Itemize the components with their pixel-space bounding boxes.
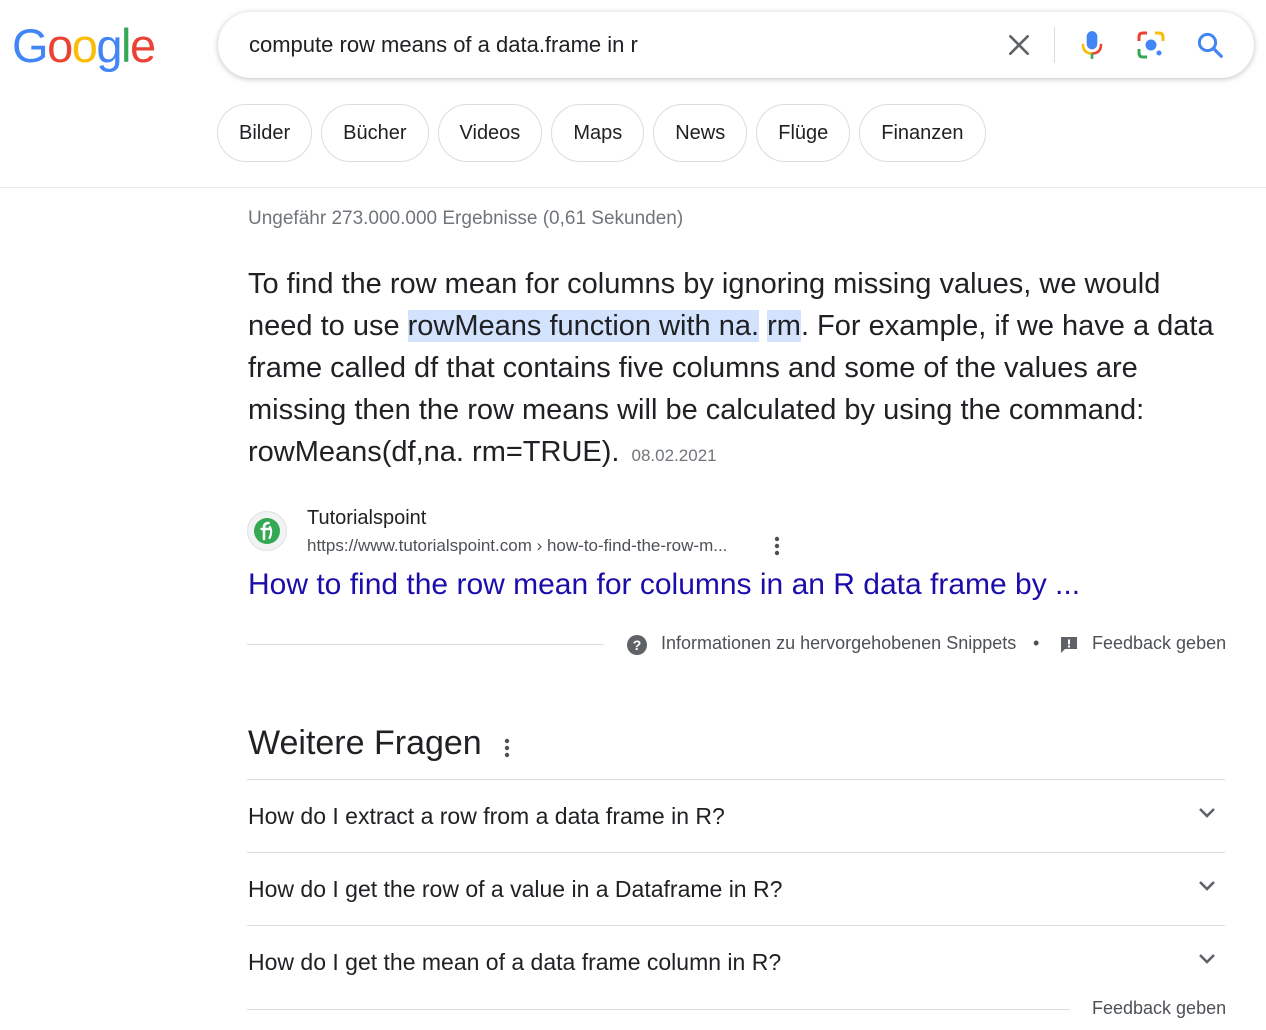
- snippet-highlight: rm: [767, 310, 801, 342]
- chevron-down-icon[interactable]: [1197, 952, 1217, 971]
- lens-icon[interactable]: [1131, 25, 1171, 65]
- feedback-icon[interactable]: [1059, 635, 1079, 660]
- paa-question-text: How do I get the row of a value in a Dat…: [248, 876, 783, 902]
- help-icon[interactable]: ?: [626, 634, 648, 661]
- header-divider: [0, 187, 1266, 188]
- svg-text:?: ?: [633, 637, 642, 653]
- site-url[interactable]: https://www.tutorialspoint.com › how-to-…: [307, 536, 727, 556]
- snippet-footer-divider: [247, 644, 604, 645]
- chip-fluege[interactable]: Flüge: [756, 104, 851, 162]
- chip-videos[interactable]: Videos: [437, 104, 543, 162]
- logo-letter: l: [120, 19, 131, 72]
- site-favicon[interactable]: [247, 511, 287, 551]
- filter-chips: Bilder Bücher Videos Maps News Flüge Fin…: [217, 104, 986, 162]
- chip-bilder[interactable]: Bilder: [217, 104, 313, 162]
- result-title-link[interactable]: How to find the row mean for columns in …: [248, 568, 1080, 602]
- chip-finanzen[interactable]: Finanzen: [859, 104, 986, 162]
- chevron-down-icon[interactable]: [1197, 879, 1217, 898]
- result-stats: Ungefähr 273.000.000 Ergebnisse (0,61 Se…: [248, 208, 684, 229]
- tutorialspoint-icon: [254, 518, 280, 544]
- snippet-date: 08.02.2021: [631, 446, 717, 465]
- logo-letter: g: [96, 19, 122, 72]
- search-input[interactable]: compute row means of a data.frame in r: [249, 12, 638, 78]
- snippet-info-link[interactable]: Informationen zu hervorgehobenen Snippet…: [661, 633, 1016, 654]
- logo-letter: o: [71, 19, 98, 72]
- chevron-down-icon[interactable]: [1197, 806, 1217, 825]
- clear-icon[interactable]: [999, 25, 1039, 65]
- paa-more-options-icon[interactable]: [497, 736, 517, 760]
- separator-dot: •: [1033, 633, 1040, 653]
- snippet-highlight: rowMeans function with na.: [407, 310, 760, 342]
- logo-letter: o: [47, 19, 73, 72]
- search-icon[interactable]: [1190, 25, 1230, 65]
- paa-question[interactable]: How do I get the mean of a data frame co…: [247, 925, 1225, 997]
- more-options-icon[interactable]: [767, 534, 787, 558]
- google-logo[interactable]: Google: [12, 18, 156, 74]
- paa-bottom-divider: [247, 1009, 1070, 1010]
- paa-question-text: How do I extract a row from a data frame…: [248, 803, 725, 829]
- site-name[interactable]: Tutorialspoint: [307, 507, 426, 530]
- chip-maps[interactable]: Maps: [551, 104, 645, 162]
- search-bar[interactable]: compute row means of a data.frame in r: [218, 12, 1254, 78]
- logo-letter: G: [12, 19, 49, 72]
- logo-letter: e: [129, 19, 156, 72]
- paa-title: Weitere Fragen: [248, 724, 482, 762]
- paa-question-text: How do I get the mean of a data frame co…: [248, 949, 782, 975]
- chip-buecher[interactable]: Bücher: [321, 104, 429, 162]
- search-divider: [1054, 27, 1055, 63]
- snippet-space: [759, 310, 767, 342]
- paa-question[interactable]: How do I get the row of a value in a Dat…: [247, 852, 1225, 924]
- microphone-icon[interactable]: [1072, 25, 1112, 65]
- snippet-feedback-link[interactable]: Feedback geben: [1092, 633, 1226, 654]
- paa-question[interactable]: How do I extract a row from a data frame…: [247, 779, 1225, 851]
- featured-snippet-text: To find the row mean for columns by igno…: [248, 263, 1228, 477]
- chip-news[interactable]: News: [653, 104, 748, 162]
- paa-feedback-link[interactable]: Feedback geben: [1092, 998, 1226, 1019]
